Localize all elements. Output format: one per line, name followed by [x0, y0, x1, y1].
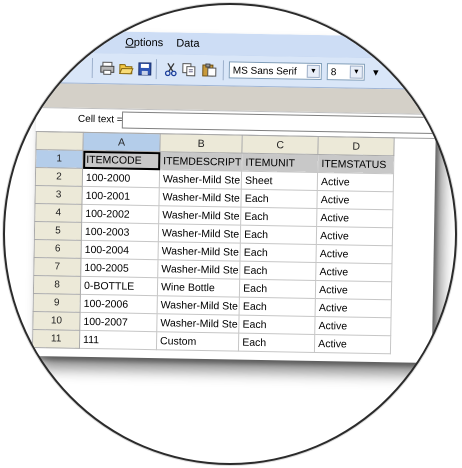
cell[interactable]: Active [317, 172, 394, 192]
cell[interactable]: Each [240, 207, 318, 227]
cell[interactable]: Washer-Mild Ste [158, 223, 241, 244]
paste-icon[interactable] [202, 62, 217, 77]
cell[interactable]: Active [316, 244, 393, 264]
cell[interactable]: 100-2000 [82, 168, 160, 188]
menu-options-mnemonic: O [125, 36, 134, 49]
cell[interactable]: Washer-Mild Ste [158, 205, 242, 226]
cell-text-label: Cell text = [77, 113, 123, 126]
menu-data[interactable]: Data [176, 37, 199, 49]
cell[interactable]: Active [315, 280, 392, 300]
toolbar-separator [222, 60, 225, 81]
cell[interactable]: Active [315, 298, 392, 318]
cell[interactable]: 100-2001 [81, 186, 160, 206]
cell[interactable]: Washer-Mild Ste [159, 169, 242, 190]
cell[interactable]: Each [239, 297, 316, 317]
cell[interactable]: 100-2006 [80, 294, 158, 314]
font-size-select[interactable]: 8 ▼ [326, 63, 365, 81]
chevron-down-icon[interactable]: ▼ [349, 65, 363, 79]
spreadsheet-window: Options Data MS Sans Serif ▼ 8 ▼ ▾ Cell … [31, 30, 438, 363]
cell[interactable]: ITEMUNIT [241, 153, 319, 173]
toolbar-separator [155, 59, 158, 80]
cell[interactable]: ITEMDESCRIPT [159, 151, 243, 172]
row-header[interactable]: 2 [35, 167, 83, 187]
cut-icon[interactable] [163, 61, 178, 76]
cell[interactable]: Active [316, 208, 394, 228]
column-header-a[interactable]: A [82, 132, 161, 152]
row-header[interactable]: 3 [34, 185, 83, 205]
cell-text-input[interactable] [121, 111, 438, 135]
save-icon[interactable] [137, 61, 152, 76]
row-header[interactable]: 4 [34, 203, 82, 223]
cell[interactable]: Active [316, 226, 393, 246]
row-header[interactable]: 8 [33, 275, 81, 295]
cell[interactable]: Wine Bottle [157, 277, 240, 298]
row-header[interactable]: 7 [33, 257, 82, 277]
cell[interactable]: Each [238, 315, 316, 335]
column-header-b[interactable]: B [159, 133, 243, 154]
cell[interactable]: Active [317, 190, 394, 210]
cell[interactable]: 100-2007 [79, 312, 158, 332]
copy-icon[interactable] [182, 62, 197, 77]
cell[interactable]: 100-2003 [81, 222, 159, 242]
cell-a1[interactable]: ITEMCODE [82, 150, 160, 170]
spreadsheet-grid: A B C D 1 ITEMCODE ITEMDESCRIPT ITEMUNIT… [32, 131, 395, 354]
cell[interactable]: 100-2002 [81, 204, 159, 224]
menu-options[interactable]: Options [125, 37, 163, 50]
cell[interactable]: 111 [79, 330, 157, 350]
cell[interactable]: Washer-Mild Ste [157, 259, 241, 280]
cell[interactable]: Each [239, 279, 316, 299]
grid-corner[interactable] [35, 131, 84, 151]
column-header-c[interactable]: C [242, 135, 319, 155]
cell[interactable]: 0-BOTTLE [80, 276, 158, 296]
cell[interactable]: ITEMSTATUS [317, 154, 395, 174]
magnifier-circle: Options Data MS Sans Serif ▼ 8 ▼ ▾ Cell … [3, 3, 457, 465]
cell[interactable]: Washer-Mild Ste [158, 187, 242, 208]
cell[interactable]: Custom [156, 331, 239, 352]
cell[interactable]: Washer-Mild Ste [156, 313, 240, 334]
cell[interactable]: Washer-Mild Ste [158, 241, 241, 262]
cell[interactable]: Each [238, 333, 315, 353]
row-header[interactable]: 5 [34, 221, 82, 241]
cell[interactable]: Each [240, 243, 317, 263]
row-header[interactable]: 9 [33, 293, 81, 313]
row-header[interactable]: 1 [35, 149, 83, 169]
cell[interactable]: 100-2004 [81, 240, 159, 260]
cell[interactable]: Active [314, 334, 391, 354]
cell[interactable]: Sheet [241, 171, 318, 191]
cell[interactable]: 100-2005 [80, 258, 159, 278]
open-folder-icon[interactable] [119, 60, 134, 75]
zoomed-screenshot: Options Data MS Sans Serif ▼ 8 ▼ ▾ Cell … [5, 5, 455, 463]
chevron-down-icon[interactable]: ▼ [306, 64, 320, 78]
row-header[interactable]: 11 [32, 329, 80, 349]
print-icon[interactable] [100, 60, 115, 75]
cell[interactable]: Active [314, 316, 392, 336]
font-size-value: 8 [330, 67, 337, 79]
menu-options-label: ptions [133, 36, 164, 50]
font-name-value: MS Sans Serif [232, 65, 297, 78]
cell[interactable]: Active [315, 262, 393, 282]
row-header[interactable]: 6 [34, 239, 82, 259]
column-header-d[interactable]: D [318, 136, 395, 156]
chevron-down-icon[interactable]: ▾ [371, 65, 381, 80]
cell[interactable]: Each [241, 189, 318, 209]
row-header[interactable]: 10 [32, 311, 81, 331]
font-name-select[interactable]: MS Sans Serif ▼ [228, 61, 322, 81]
cell[interactable]: Each [240, 225, 317, 245]
cell[interactable]: Each [239, 261, 317, 281]
toolbar-separator [91, 58, 94, 79]
cell[interactable]: Washer-Mild Ste [157, 295, 240, 316]
